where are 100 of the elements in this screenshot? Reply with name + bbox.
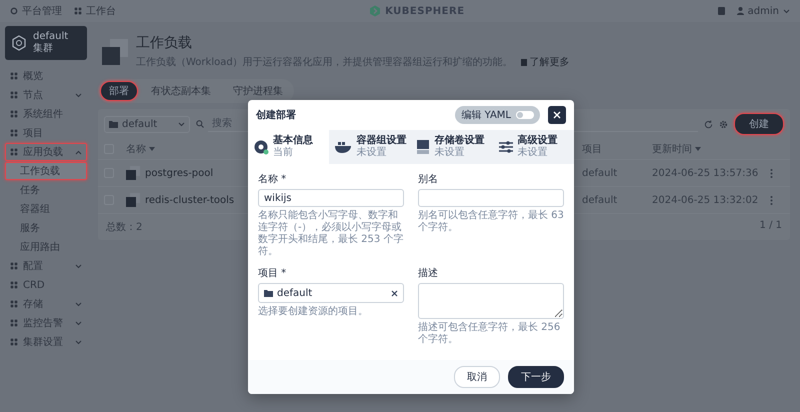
cancel-button[interactable]: 取消 (454, 366, 500, 388)
caret-icon (695, 147, 701, 151)
folder-icon (109, 120, 118, 128)
chevron-down-icon (75, 92, 82, 98)
sidebar-item[interactable]: 概览 (5, 67, 87, 85)
grid-icon (10, 319, 18, 327)
workload-name[interactable]: postgres-pool (145, 168, 214, 178)
grid-icon (10, 281, 18, 289)
close-icon (553, 111, 561, 119)
field-hint: 别名可以包含任意字符，最长 63 个字符。 (418, 210, 564, 234)
step-tab[interactable]: 存储卷设置 未设置 (411, 130, 493, 164)
more-icon[interactable] (770, 196, 773, 204)
cluster-type-label: 集群 (33, 43, 54, 55)
grid-icon (10, 338, 18, 346)
sidebar-item[interactable]: 系统组件 (5, 105, 87, 123)
more-icon[interactable] (770, 168, 773, 178)
field-label: 描述 (418, 266, 439, 280)
chevron-down-icon (75, 302, 82, 306)
sidebar-subitem[interactable]: 工作负载 (5, 162, 87, 180)
sidebar-item[interactable]: CRD (5, 276, 87, 294)
chevron-down-icon (75, 320, 82, 326)
sidebar-item[interactable]: 配置 (5, 257, 87, 275)
grid-icon (10, 129, 18, 137)
next-button[interactable]: 下一步 (508, 366, 564, 388)
step-tab[interactable]: 容器组设置 未设置 (329, 130, 412, 164)
sidebar-subitem[interactable]: 任务 (5, 181, 87, 199)
settings-icon[interactable] (719, 120, 728, 128)
sidebar-subitem[interactable]: 应用路由 (5, 238, 87, 256)
top-nav-link[interactable]: 平台管理 (22, 4, 62, 18)
text-field[interactable]: wikijs (258, 189, 404, 207)
logo-icon (369, 5, 382, 17)
column-header[interactable]: 更新时间 (652, 142, 692, 156)
folder-icon (264, 289, 273, 297)
create-button[interactable]: 创建 (734, 113, 784, 135)
grid-icon (10, 91, 18, 99)
grid-icon (10, 300, 18, 308)
workload-tab[interactable]: 部署 (100, 81, 138, 101)
field-label: 别名 (418, 173, 439, 186)
chevron-up-icon (75, 150, 82, 154)
grid-icon (74, 7, 82, 15)
disc-icon (253, 139, 269, 155)
sidebar-subitem[interactable]: 容器组 (5, 200, 87, 218)
grid-icon (10, 148, 18, 156)
cluster-name: default (33, 31, 68, 43)
user-menu[interactable]: admin (748, 6, 779, 16)
sidebar-item[interactable]: 集群设置 (5, 333, 87, 351)
stacked-squares-icon (126, 166, 140, 180)
drive-icon (416, 139, 430, 155)
workload-tab[interactable]: 守护进程集 (224, 81, 292, 101)
stacked-squares-icon (126, 193, 140, 207)
description-field[interactable] (418, 283, 564, 319)
sidebar-item[interactable]: 节点 (5, 86, 87, 104)
sidebar-item[interactable]: 存储 (5, 295, 87, 313)
updated-time-cell-text: 2024-06-25 13:32:02 (652, 194, 760, 206)
chevron-down-icon (75, 264, 82, 268)
workload-tab[interactable]: 有状态副本集 (142, 81, 220, 101)
step-tab[interactable]: 基本信息 当前 (248, 130, 330, 164)
user-icon (736, 7, 744, 15)
text-field[interactable] (418, 189, 564, 207)
sliders-icon (498, 140, 514, 154)
dialog-title: 创建部署 (256, 108, 297, 122)
edit-yaml-toggle[interactable]: 编辑 YAML (455, 106, 540, 124)
clear-icon[interactable] (391, 290, 398, 296)
project-select[interactable]: default (104, 116, 190, 132)
project-cell-text: default (582, 194, 618, 206)
column-header[interactable]: 名称 (126, 142, 146, 156)
updated-time-cell-text: 2024-06-25 13:57:36 (652, 168, 760, 178)
column-header[interactable]: 项目 (582, 142, 602, 156)
field-hint: 选择要创建资源的项目。 (258, 306, 369, 318)
grid-icon (10, 72, 18, 80)
field-label: 项目 * (258, 267, 288, 280)
search-icon (196, 120, 204, 128)
chevron-down-icon (75, 340, 82, 344)
project-cell-text: default (582, 168, 618, 178)
caret-icon (149, 147, 155, 151)
chevron-down-icon (178, 122, 185, 126)
page-title: 工作负载 (136, 34, 193, 52)
whale-icon (334, 140, 352, 154)
hexagon-icon (11, 35, 27, 51)
grid-icon (10, 110, 18, 118)
chevron-down-icon (782, 8, 790, 14)
sidebar-item[interactable]: 项目 (5, 124, 87, 142)
learn-more-link[interactable]: 了解更多 (520, 55, 570, 69)
field-hint: 名称只能包含小写字母、数字和连字符（-），必须以小写字母或数字开头和结尾，最长 253 个字符。 (258, 210, 404, 258)
workload-name[interactable]: redis-cluster-tools (145, 194, 234, 206)
stacked-squares-icon (102, 38, 128, 64)
field-label: 名称 * (258, 173, 288, 186)
project-select-field[interactable]: default (258, 283, 404, 303)
field-hint: 描述可包含任意字符，最长 256 个字符。 (418, 322, 562, 346)
sidebar-item[interactable]: 应用负载 (5, 143, 87, 161)
cluster-card[interactable]: default 集群 (5, 26, 87, 60)
step-tab[interactable]: 高级设置 未设置 (492, 130, 574, 164)
refresh-icon[interactable] (704, 120, 713, 128)
pagination[interactable]: 1 / 1 (760, 220, 782, 234)
close-button[interactable] (548, 106, 566, 124)
grid-icon (10, 262, 18, 270)
sidebar-subitem[interactable]: 服务 (5, 219, 87, 237)
top-nav-link[interactable]: 工作台 (86, 4, 116, 18)
sidebar-item[interactable]: 监控告警 (5, 314, 87, 332)
total-count: 总数：2 (106, 220, 142, 234)
